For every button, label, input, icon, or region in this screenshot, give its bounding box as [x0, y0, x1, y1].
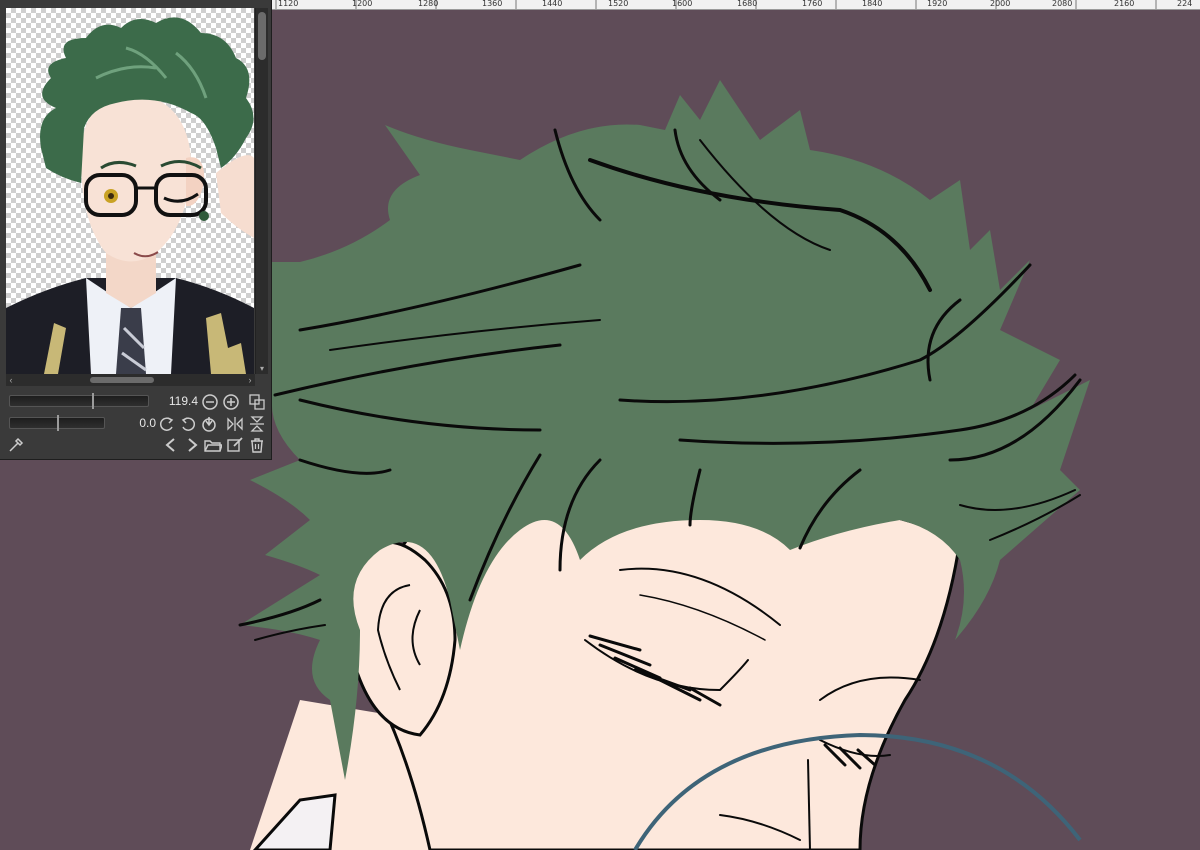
zoom-slider[interactable]: [9, 393, 149, 409]
horizontal-scroll-thumb[interactable]: [90, 377, 154, 383]
previous-icon[interactable]: [162, 436, 180, 454]
ruler-label: 1680: [737, 0, 758, 8]
navigator-thumbnail: [6, 17, 254, 374]
ruler-label: 2080: [1052, 0, 1073, 8]
zoom-slider-handle[interactable]: [92, 393, 94, 409]
ruler-label: 1280: [418, 0, 439, 8]
rotate-left-icon[interactable]: [158, 415, 176, 433]
ruler-label: 1840: [862, 0, 883, 8]
ruler-label: 1120: [278, 0, 299, 8]
ruler-label: 1920: [927, 0, 948, 8]
eyedropper-icon[interactable]: [7, 436, 25, 454]
next-icon[interactable]: [183, 436, 201, 454]
zoom-out-icon[interactable]: [201, 393, 219, 411]
ruler-label: 1360: [482, 0, 503, 8]
ruler-label: 1520: [608, 0, 629, 8]
edit-icon[interactable]: [226, 436, 244, 454]
flip-vertical-icon[interactable]: [248, 415, 266, 433]
fit-view-icon[interactable]: [248, 393, 266, 411]
ruler-label: 224: [1177, 0, 1193, 8]
flip-horizontal-icon[interactable]: [226, 415, 244, 433]
ruler-label: 1440: [542, 0, 563, 8]
open-folder-icon[interactable]: [204, 436, 222, 454]
rotate-right-icon[interactable]: [179, 415, 197, 433]
ruler-label: 1600: [672, 0, 693, 8]
horizontal-ruler[interactable]: 1120 1200 1280 1360 1440 1520 1600 1680 …: [272, 0, 1200, 10]
ruler-label: 1760: [802, 0, 823, 8]
zoom-in-icon[interactable]: [222, 393, 240, 411]
scroll-right-arrow-icon[interactable]: ›: [245, 374, 255, 386]
navigator-horizontal-scrollbar[interactable]: ‹ ›: [6, 374, 255, 386]
rotation-slider-handle[interactable]: [57, 415, 59, 431]
navigator-preview[interactable]: [6, 8, 254, 374]
ruler-label: 1200: [352, 0, 373, 8]
navigator-panel: ▾ ‹ › 119.4 0.0: [0, 0, 272, 460]
scroll-down-arrow-icon[interactable]: ▾: [256, 364, 268, 374]
ruler-label: 2000: [990, 0, 1011, 8]
rotation-slider[interactable]: [9, 415, 105, 431]
navigator-vertical-scrollbar[interactable]: ▾: [255, 8, 268, 374]
vertical-scroll-thumb[interactable]: [258, 12, 266, 60]
zoom-value[interactable]: 119.4: [152, 394, 198, 408]
scroll-left-arrow-icon[interactable]: ‹: [6, 374, 16, 386]
rotation-value[interactable]: 0.0: [120, 416, 156, 430]
trash-icon[interactable]: [248, 436, 266, 454]
ruler-label: 2160: [1114, 0, 1135, 8]
reset-rotation-icon[interactable]: [200, 415, 218, 433]
